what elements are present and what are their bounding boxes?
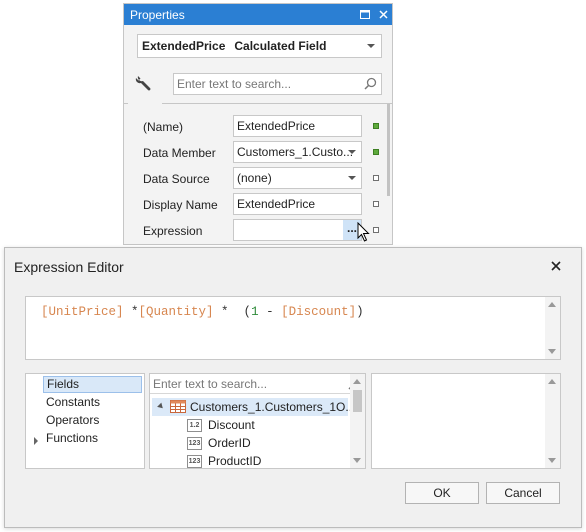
table-icon bbox=[170, 400, 186, 416]
properties-title-bar: Properties bbox=[124, 4, 392, 25]
expression-editor-dialog: Expression Editor [UnitPrice] *[Quantity… bbox=[4, 247, 582, 528]
chevron-down-icon bbox=[367, 44, 375, 48]
integer-type-icon: 123 bbox=[187, 437, 202, 450]
property-row-data-source: Data Source (none) bbox=[124, 167, 392, 191]
expression-field[interactable]: ... bbox=[233, 219, 362, 241]
property-marker bbox=[373, 227, 379, 233]
field-search-input[interactable] bbox=[150, 374, 340, 393]
property-row-name: (Name) ExtendedPrice bbox=[124, 115, 392, 139]
category-operators[interactable]: Operators bbox=[46, 413, 99, 427]
field-search[interactable] bbox=[150, 374, 365, 394]
field-label: ProductID bbox=[208, 454, 262, 468]
search-icon bbox=[364, 77, 377, 93]
tree-parent-label: Customers_1.Customers_1O... bbox=[190, 400, 356, 414]
description-scrollbar[interactable] bbox=[545, 374, 560, 468]
expand-arrow-icon[interactable] bbox=[34, 437, 38, 445]
property-marker bbox=[373, 201, 379, 207]
maximize-icon[interactable] bbox=[356, 6, 374, 24]
property-row-data-member: Data Member Customers_1.Custo... bbox=[124, 141, 392, 165]
property-marker bbox=[373, 123, 379, 129]
wrench-icon[interactable] bbox=[135, 74, 153, 92]
description-panel bbox=[371, 373, 561, 469]
field-list-scrollbar[interactable] bbox=[350, 374, 365, 468]
category-list: Fields Constants Operators Functions bbox=[25, 373, 145, 469]
close-icon[interactable] bbox=[374, 6, 392, 24]
property-label: Expression bbox=[143, 224, 203, 238]
cancel-button[interactable]: Cancel bbox=[486, 482, 560, 504]
object-type: Calculated Field bbox=[234, 39, 327, 53]
display-name-field[interactable]: ExtendedPrice bbox=[233, 193, 362, 215]
category-constants[interactable]: Constants bbox=[46, 395, 100, 409]
field-label: OrderID bbox=[208, 436, 251, 450]
object-selector[interactable]: ExtendedPrice Calculated Field bbox=[137, 34, 382, 58]
integer-type-icon: 123 bbox=[187, 455, 202, 468]
properties-panel: Properties ExtendedPrice Calculated Fiel… bbox=[123, 3, 393, 245]
property-row-expression: Expression ... bbox=[124, 219, 392, 243]
properties-search[interactable] bbox=[173, 73, 382, 95]
expression-input[interactable]: [UnitPrice] *[Quantity] * (1 - [Discount… bbox=[25, 296, 561, 360]
data-member-value: Customers_1.Custo... bbox=[237, 145, 354, 159]
property-label: Data Member bbox=[143, 146, 216, 160]
mouse-cursor-icon bbox=[357, 221, 371, 245]
name-field[interactable]: ExtendedPrice bbox=[233, 115, 362, 137]
chevron-down-icon bbox=[348, 150, 356, 154]
chevron-down-icon bbox=[348, 176, 356, 180]
properties-title: Properties bbox=[130, 7, 185, 22]
field-list: Customers_1.Customers_1O... 1.2 Discount… bbox=[149, 373, 366, 469]
expression-scrollbar[interactable] bbox=[545, 297, 560, 359]
field-label: Discount bbox=[208, 418, 255, 432]
data-source-combo[interactable]: (none) bbox=[233, 167, 362, 189]
property-row-display-name: Display Name ExtendedPrice bbox=[124, 193, 392, 217]
property-marker bbox=[373, 149, 379, 155]
property-marker bbox=[373, 175, 379, 181]
dialog-title: Expression Editor bbox=[14, 259, 124, 275]
close-icon[interactable] bbox=[549, 259, 563, 273]
property-label: (Name) bbox=[143, 120, 184, 134]
expression-text: [UnitPrice] *[Quantity] * (1 - [Discount… bbox=[41, 305, 364, 319]
category-fields[interactable]: Fields bbox=[43, 376, 142, 393]
ok-button[interactable]: OK bbox=[405, 482, 479, 504]
data-member-combo[interactable]: Customers_1.Custo... bbox=[233, 141, 362, 163]
collapse-arrow-icon[interactable] bbox=[157, 402, 165, 411]
decimal-type-icon: 1.2 bbox=[187, 419, 202, 432]
property-label: Data Source bbox=[143, 172, 210, 186]
property-label: Display Name bbox=[143, 198, 218, 212]
tree-parent-node[interactable]: Customers_1.Customers_1O... bbox=[152, 398, 355, 416]
data-source-value: (none) bbox=[237, 171, 272, 185]
object-name: ExtendedPrice bbox=[142, 39, 226, 53]
properties-scrollbar[interactable] bbox=[387, 104, 390, 196]
category-functions[interactable]: Functions bbox=[46, 431, 98, 445]
properties-search-input[interactable] bbox=[174, 74, 354, 94]
